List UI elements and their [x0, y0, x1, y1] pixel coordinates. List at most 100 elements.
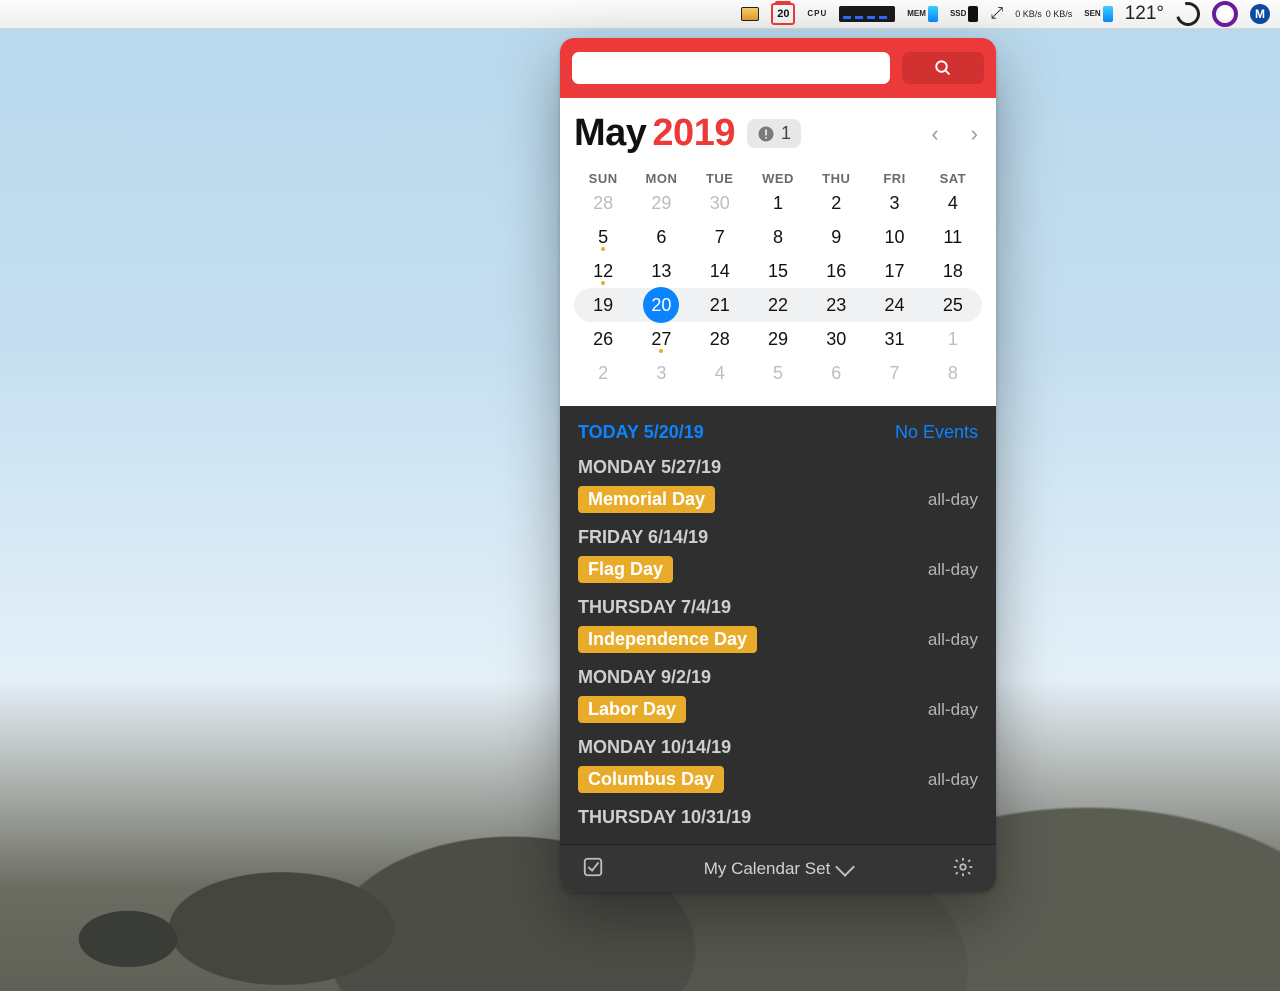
calendar-day[interactable]: 28	[691, 322, 749, 356]
calendar-day[interactable]: 12	[574, 254, 632, 288]
calendar-day[interactable]: 29	[632, 186, 690, 220]
calendar-day[interactable]: 11	[924, 220, 982, 254]
event-title-tag: Columbus Day	[578, 766, 724, 793]
calendar-day[interactable]: 26	[574, 322, 632, 356]
alert-badge[interactable]: 1	[747, 119, 801, 148]
chevron-down-icon	[835, 857, 855, 877]
event-row[interactable]: Labor Dayall-day	[578, 696, 978, 723]
popover-bottom-bar: My Calendar Set	[560, 844, 996, 892]
calendar-day[interactable]: 8	[924, 356, 982, 390]
event-group: FRIDAY 6/14/19Flag Dayall-day	[578, 527, 978, 583]
calendar-day[interactable]: 1	[924, 322, 982, 356]
event-date-heading: THURSDAY 10/31/19	[578, 807, 978, 828]
checkbox-icon	[582, 856, 604, 878]
weekday-label: WED	[749, 171, 807, 186]
menubar-sen-icon[interactable]: SEN	[1084, 6, 1112, 22]
weekday-label: SAT	[924, 171, 982, 186]
menubar-sync-icon[interactable]	[1212, 1, 1238, 27]
menubar-temperature[interactable]: 121°	[1125, 3, 1164, 25]
weekday-label: TUE	[691, 171, 749, 186]
alert-icon	[757, 125, 775, 143]
prev-month-button[interactable]: ‹	[927, 121, 942, 147]
menubar-cpu-gauge[interactable]	[839, 6, 895, 22]
calendar-day[interactable]: 2	[574, 356, 632, 390]
calendar-day[interactable]: 24	[865, 288, 923, 322]
event-time: all-day	[928, 770, 978, 790]
event-date-heading: MONDAY 10/14/19	[578, 737, 978, 758]
calendar-day[interactable]: 5	[749, 356, 807, 390]
week-row: 567891011	[574, 220, 982, 254]
menubar-ssd-icon[interactable]: SSD	[950, 6, 978, 22]
menubar-expand-icon[interactable]: ⤢	[990, 5, 1003, 23]
calendar-day[interactable]: 22	[749, 288, 807, 322]
event-date-heading: THURSDAY 7/4/19	[578, 597, 978, 618]
event-row[interactable]: Columbus Day all-day	[578, 766, 978, 793]
reminders-toggle[interactable]	[576, 855, 610, 882]
calendar-day[interactable]: 7	[865, 356, 923, 390]
event-row[interactable]: Independence Day all-day	[578, 626, 978, 653]
menubar-network-stats[interactable]: 0 KB/s0 KB/s	[1015, 9, 1072, 19]
calendar-day[interactable]: 17	[865, 254, 923, 288]
event-group: MONDAY 9/2/19Labor Dayall-day	[578, 667, 978, 723]
event-title-tag: Independence Day	[578, 626, 757, 653]
calendar-day[interactable]: 23	[807, 288, 865, 322]
calendar-day[interactable]: 14	[691, 254, 749, 288]
weekday-label: THU	[807, 171, 865, 186]
calendar-day[interactable]: 13	[632, 254, 690, 288]
calendar-day[interactable]: 3	[632, 356, 690, 390]
calendar-day[interactable]: 8	[749, 220, 807, 254]
calendar-day[interactable]: 4	[691, 356, 749, 390]
event-date-heading: MONDAY 5/27/19	[578, 457, 978, 478]
calendar-day[interactable]: 2	[807, 186, 865, 220]
event-row[interactable]: Flag Dayall-day	[578, 556, 978, 583]
calendar-header: May2019 1 ‹ ›	[574, 112, 982, 155]
calendar-day[interactable]: 4	[924, 186, 982, 220]
calendar-day[interactable]: 7	[691, 220, 749, 254]
calendar-day[interactable]: 10	[865, 220, 923, 254]
today-marker: 20	[643, 287, 679, 323]
event-title-tag: Flag Day	[578, 556, 673, 583]
calendar-day[interactable]: 30	[807, 322, 865, 356]
menubar-malwarebytes-icon[interactable]: M	[1250, 4, 1270, 24]
event-time: all-day	[928, 630, 978, 650]
event-row[interactable]: Memorial Dayall-day	[578, 486, 978, 513]
calendar-day[interactable]: 25	[924, 288, 982, 322]
calendar-day[interactable]: 31	[865, 322, 923, 356]
search-input[interactable]	[572, 52, 890, 84]
calendar-day[interactable]: 5	[574, 220, 632, 254]
calendar-day[interactable]: 1	[749, 186, 807, 220]
settings-button[interactable]	[946, 855, 980, 882]
weekday-label: FRI	[865, 171, 923, 186]
month-nav: ‹ ›	[927, 121, 982, 147]
menubar: 20 CPU MEM SSD ⤢ 0 KB/s0 KB/s SEN 121° M	[0, 0, 1280, 29]
calendar-day[interactable]: 27	[632, 322, 690, 356]
calendar-day[interactable]: 9	[807, 220, 865, 254]
calendar-day[interactable]: 6	[632, 220, 690, 254]
menubar-mem-icon[interactable]: MEM	[907, 6, 938, 22]
calendar-section: May2019 1 ‹ › SUNMONTUEWEDTHUFRISAT 2829…	[560, 98, 996, 406]
calendar-day[interactable]: 6	[807, 356, 865, 390]
calendar-day[interactable]: 20	[632, 288, 690, 322]
calendar-day[interactable]: 15	[749, 254, 807, 288]
weekday-label: SUN	[574, 171, 632, 186]
calendar-day[interactable]: 18	[924, 254, 982, 288]
menubar-refresh-icon[interactable]	[1176, 2, 1200, 26]
alert-count: 1	[781, 123, 791, 144]
calendar-set-selector[interactable]: My Calendar Set	[704, 859, 853, 879]
event-group: MONDAY 10/14/19 Columbus Day all-day	[578, 737, 978, 793]
next-month-button[interactable]: ›	[967, 121, 982, 147]
calendar-day[interactable]: 29	[749, 322, 807, 356]
week-row: 2829301234	[574, 186, 982, 220]
calendar-day[interactable]: 16	[807, 254, 865, 288]
calendar-day[interactable]: 28	[574, 186, 632, 220]
search-button[interactable]	[902, 52, 984, 84]
week-row: 19 20 2122232425	[574, 288, 982, 322]
today-row: TODAY 5/20/19 No Events	[578, 422, 978, 443]
calendar-day[interactable]: 3	[865, 186, 923, 220]
calendar-day[interactable]: 21	[691, 288, 749, 322]
menubar-photo-icon[interactable]	[741, 7, 759, 21]
weekday-row: SUNMONTUEWEDTHUFRISAT	[574, 171, 982, 186]
calendar-day[interactable]: 30	[691, 186, 749, 220]
calendar-day[interactable]: 19	[574, 288, 632, 322]
menubar-calendar-icon[interactable]: 20	[771, 3, 795, 25]
